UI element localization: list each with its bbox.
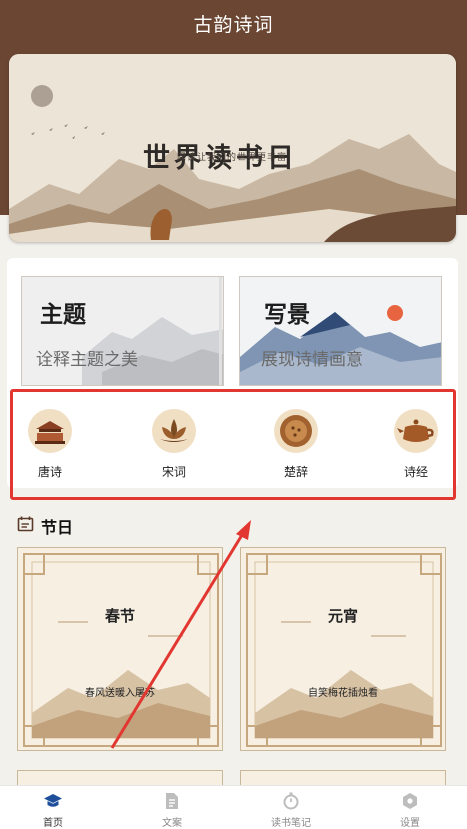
feature-title: 主题	[40, 301, 86, 328]
tab-copywriting[interactable]: 文案	[132, 792, 212, 829]
festival-frame-image	[246, 553, 442, 747]
page-title: 古韵诗词	[193, 14, 274, 36]
tab-home[interactable]: 首页	[13, 792, 93, 829]
tab-label: 文案	[162, 818, 182, 829]
banner-subtitle: 阅读让我们的世界更丰富	[177, 153, 288, 163]
tab-label: 设置	[400, 818, 420, 829]
festival-name: 春节	[104, 607, 135, 625]
feature-card-theme[interactable]: 主题 诠释主题之美	[21, 276, 224, 386]
festival-poem-line: 自笑梅花插烛看	[308, 688, 378, 699]
lotus-icon	[152, 409, 196, 453]
feature-card-scenery[interactable]: 写景 展现诗情画意	[239, 276, 442, 386]
category-label: 唐诗	[37, 465, 62, 479]
category-label: 宋词	[161, 465, 186, 479]
category-chu-ci[interactable]: 楚辞	[261, 409, 331, 480]
category-tang-poetry[interactable]: 唐诗	[15, 409, 85, 480]
section-title: 节日	[41, 518, 74, 537]
feature-title: 写景	[264, 301, 310, 328]
category-shi-jing[interactable]: 诗经	[381, 409, 451, 480]
palace-icon	[28, 409, 72, 453]
festival-frame-image	[23, 553, 219, 747]
mooncake-icon	[274, 409, 318, 453]
tab-reading-notes[interactable]: 读书笔记	[251, 792, 331, 829]
feature-subtitle: 展现诗情画意	[261, 350, 363, 370]
tab-settings[interactable]: 设置	[370, 792, 450, 829]
banner-carousel[interactable]: 世界读书日 阅读让我们的世界更丰富	[9, 54, 456, 242]
festival-name: 元宵	[327, 607, 358, 625]
feature-subtitle: 诠释主题之美	[36, 350, 138, 370]
tab-label: 读书笔记	[271, 818, 311, 829]
category-row-highlight: 唐诗 宋词 楚辞 诗经	[10, 389, 456, 500]
stopwatch-icon	[283, 792, 299, 810]
calendar-icon	[17, 516, 34, 532]
festival-poem-line: 春风送暖入屠苏	[85, 688, 155, 699]
bottom-tab-bar: 首页 文案 读书笔记 设置	[0, 785, 467, 829]
graduation-cap-icon	[44, 794, 62, 807]
teapot-icon	[394, 409, 438, 453]
festival-card-lantern[interactable]: 元宵 自笑梅花插烛看	[240, 547, 446, 751]
category-label: 诗经	[403, 465, 428, 479]
tab-label: 首页	[43, 818, 63, 829]
festival-card-spring[interactable]: 春节 春风送暖入屠苏	[17, 547, 223, 751]
document-icon	[166, 793, 178, 809]
settings-icon	[403, 793, 417, 809]
category-label: 楚辞	[283, 465, 308, 479]
category-song-ci[interactable]: 宋词	[139, 409, 209, 480]
